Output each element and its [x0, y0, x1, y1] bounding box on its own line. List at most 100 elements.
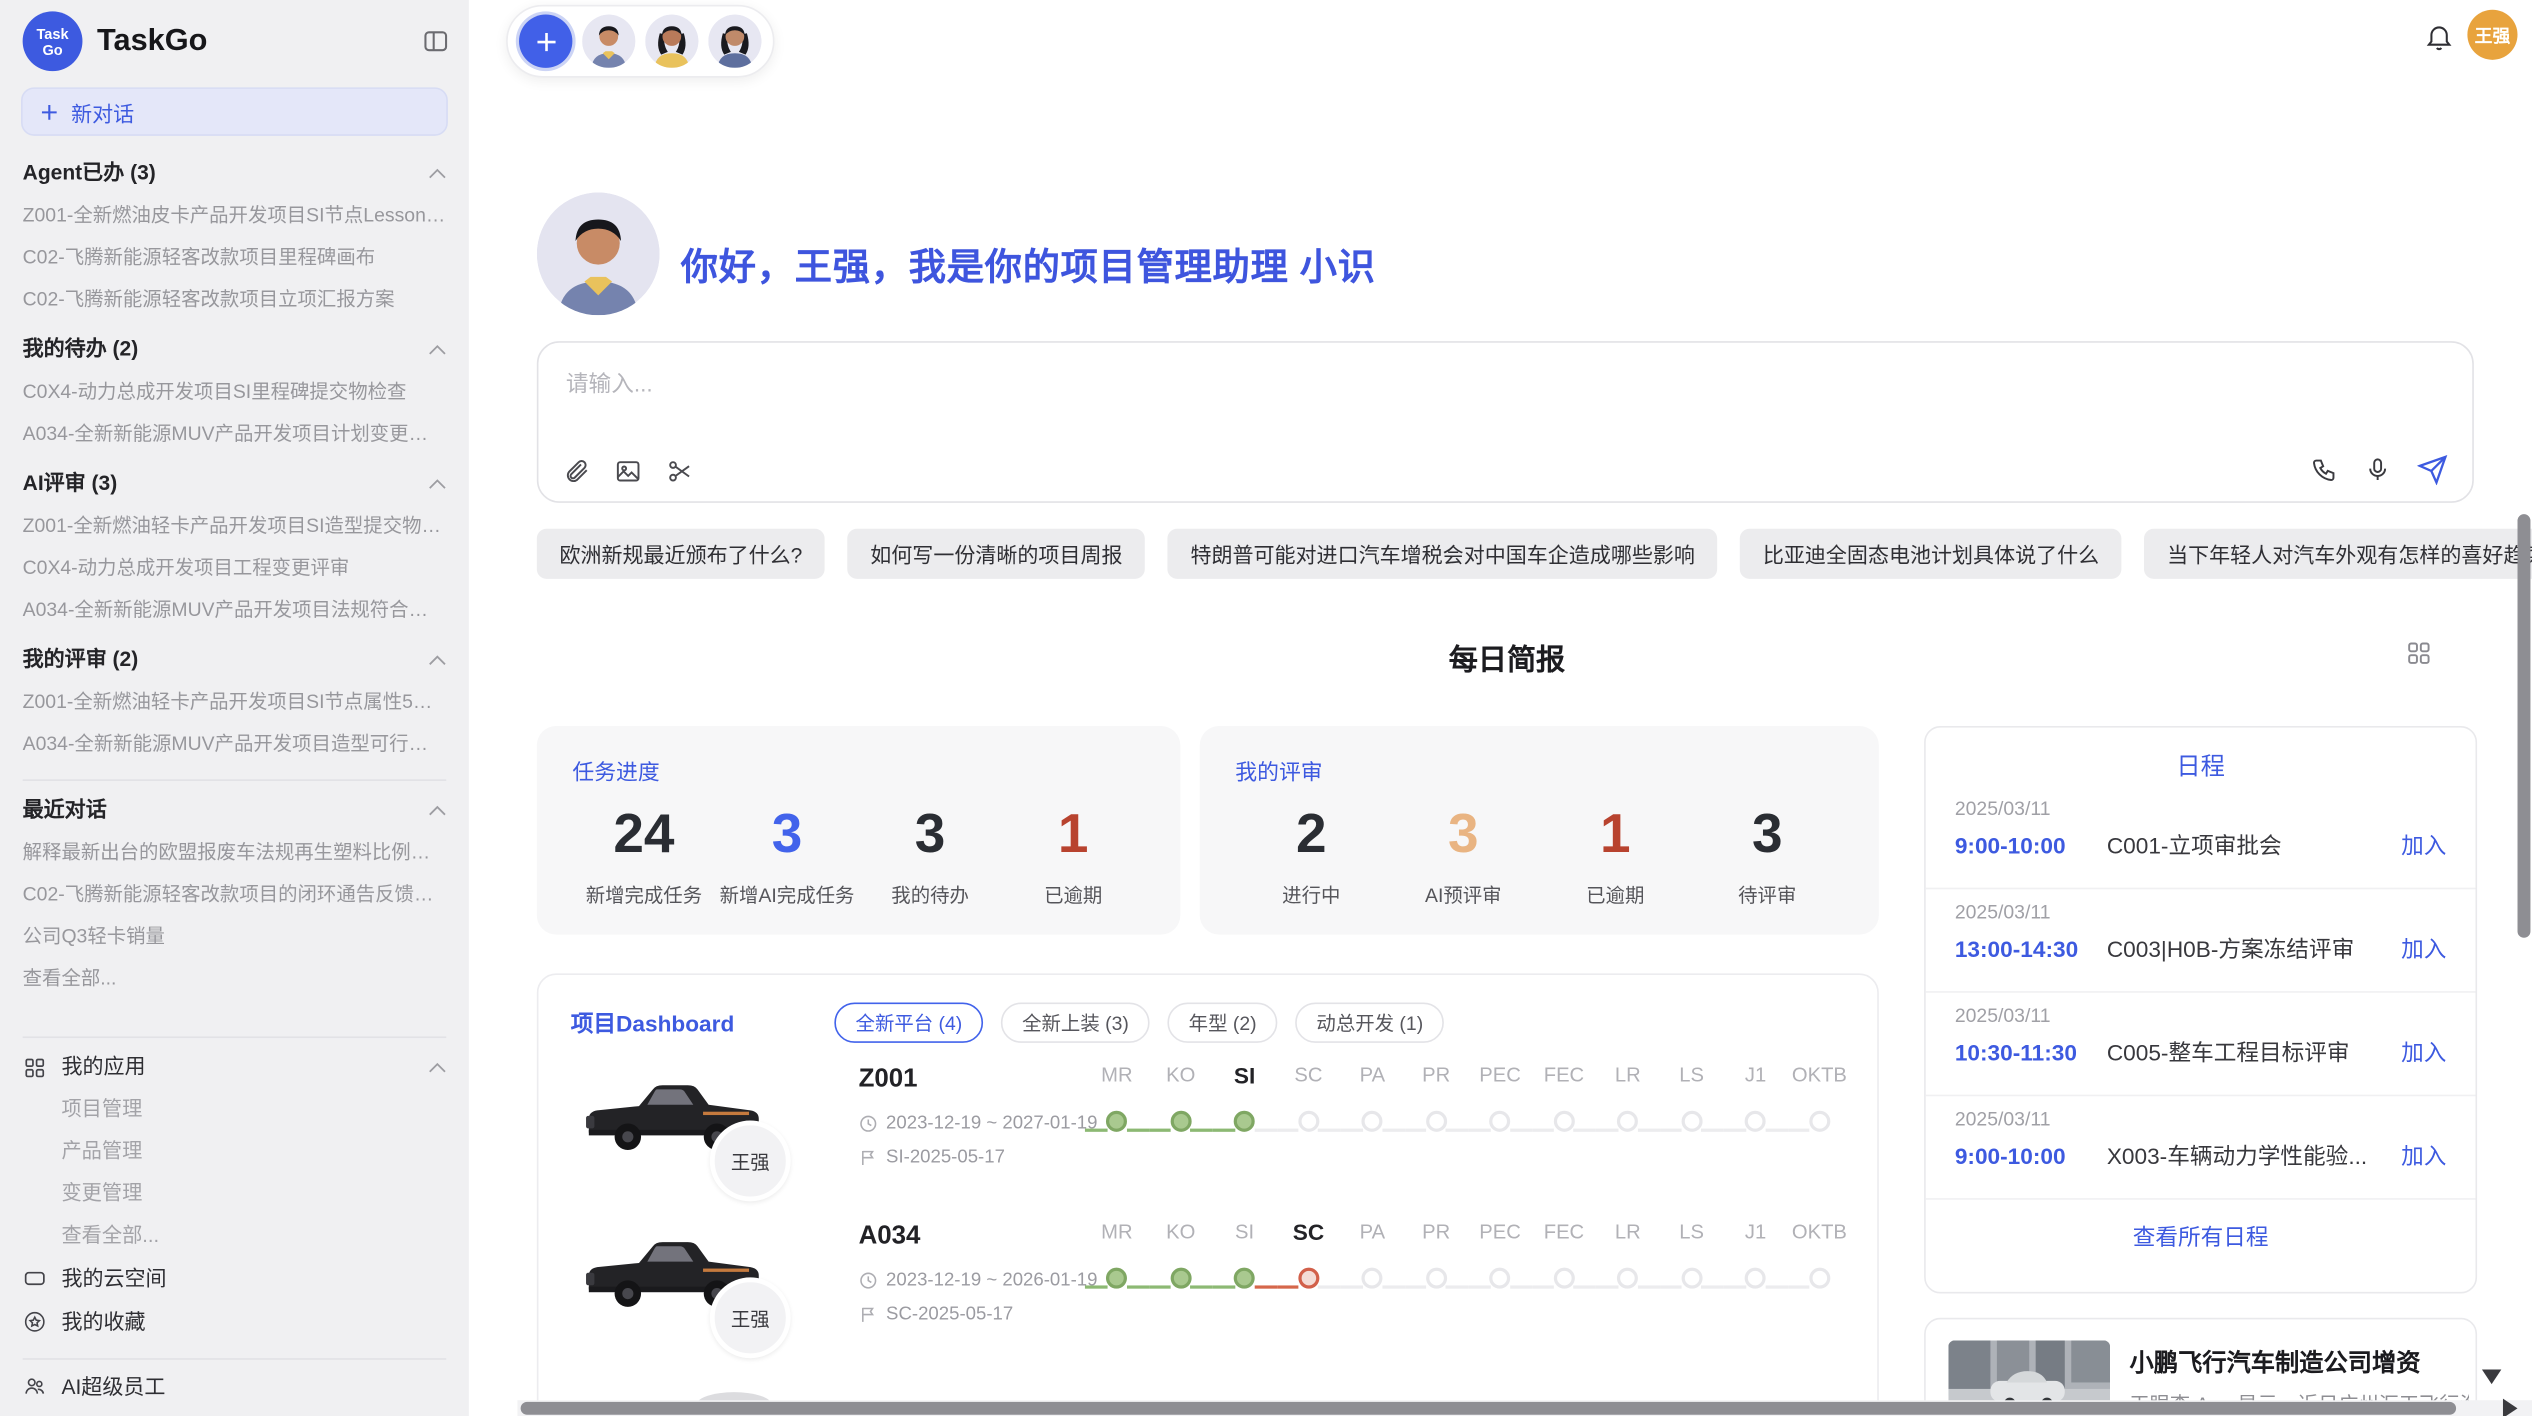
- milestone: LR: [1596, 1216, 1660, 1297]
- app-sub-item[interactable]: 变更管理: [23, 1172, 447, 1214]
- collapse-sidebar-icon[interactable]: [422, 27, 449, 54]
- send-icon[interactable]: [2417, 454, 2448, 485]
- chevron-up-icon[interactable]: [428, 1061, 446, 1072]
- suggestion-chip[interactable]: 当下年轻人对汽车外观有怎样的喜好趋势: [2144, 529, 2532, 579]
- suggestion-chip[interactable]: 特朗普可能对进口汽车增税会对中国车企造成哪些影响: [1168, 529, 1718, 579]
- flag-icon: [859, 1305, 878, 1324]
- recent-chat-item[interactable]: C02-飞腾新能源轻客改款项目的闭环通告反馈情况: [23, 873, 447, 915]
- sidebar-tool-link[interactable]: AI超级员工: [23, 1365, 447, 1409]
- join-link[interactable]: 加入: [2401, 1140, 2446, 1172]
- sidebar-task-item[interactable]: Z001-全新燃油皮卡产品开发项目SI节点Lesson Learn报告: [23, 194, 447, 236]
- avatar-2[interactable]: [645, 15, 698, 68]
- recent-chats-header[interactable]: 最近对话: [23, 789, 447, 831]
- stats-card: 我的评审2进行中3AI预评审1已逾期3待评审: [1200, 726, 1879, 935]
- horizontal-scrollbar-thumb[interactable]: [521, 1402, 2456, 1415]
- milestone: J1: [1724, 1059, 1788, 1140]
- chevron-up-icon[interactable]: [428, 344, 446, 355]
- daily-briefing-title: 每日简报: [1449, 637, 1565, 679]
- chevron-up-icon[interactable]: [428, 654, 446, 665]
- sidebar-task-item[interactable]: Z001-全新燃油轻卡产品开发项目SI节点属性5D文件评审: [23, 681, 447, 723]
- milestone: LS: [1660, 1059, 1724, 1140]
- dashboard-tab[interactable]: 全新平台 (4): [835, 1002, 984, 1042]
- sidebar-section-header[interactable]: AI评审 (3): [23, 462, 447, 504]
- logo-line1: Task: [36, 25, 68, 41]
- sidebar-tool-link[interactable]: 帮我写作: [23, 1408, 447, 1416]
- chevron-up-icon[interactable]: [428, 167, 446, 178]
- stat: 3新增AI完成任务: [715, 805, 858, 908]
- suggestion-chip[interactable]: 欧洲新规最近颁布了什么?: [537, 529, 825, 579]
- sidebar-task-item[interactable]: C02-飞腾新能源轻客改款项目立项汇报方案: [23, 278, 447, 320]
- chevron-up-icon[interactable]: [428, 804, 446, 815]
- dashboard-tab[interactable]: 动总开发 (1): [1295, 1002, 1444, 1042]
- avatar-1[interactable]: [582, 15, 635, 68]
- suggestion-chip[interactable]: 如何写一份清晰的项目周报: [848, 529, 1146, 579]
- sidebar-section-header[interactable]: Agent已办 (3): [23, 152, 447, 194]
- sidebar-link[interactable]: 我的收藏: [23, 1300, 447, 1344]
- sidebar-task-item[interactable]: Z001-全新燃油轻卡产品开发项目SI造型提交物评审: [23, 504, 447, 546]
- stat-label: 我的待办: [859, 881, 1002, 908]
- milestone-label: KO: [1149, 1216, 1213, 1248]
- new-chat-label: 新对话: [71, 96, 134, 127]
- sidebar-section-header[interactable]: 我的待办 (2): [23, 328, 447, 370]
- microphone-icon[interactable]: [2364, 456, 2391, 483]
- dashboard-tab[interactable]: 年型 (2): [1168, 1002, 1278, 1042]
- sidebar-task-item[interactable]: A034-全新新能源MUV产品开发项目法规符合性评审: [23, 589, 447, 631]
- sidebar-task-item[interactable]: A034-全新新能源MUV产品开发项目计划变更表编写: [23, 412, 447, 454]
- app-sub-item[interactable]: 查看全部...: [23, 1214, 447, 1256]
- layout-grid-icon[interactable]: [2406, 640, 2432, 674]
- stat-value: 2: [1235, 805, 1387, 863]
- new-chat-button[interactable]: 新对话: [21, 87, 448, 136]
- vertical-scrollbar-thumb[interactable]: [2518, 514, 2531, 938]
- project-row[interactable]: 王强Z0012023-12-19 ~ 2027-01-19SI-2025-05-…: [571, 1056, 1852, 1213]
- greeting-title: 你好，王强，我是你的项目管理助理 小识: [681, 236, 1376, 291]
- project-row[interactable]: 王强A0342023-12-19 ~ 2026-01-19SC-2025-05-…: [571, 1213, 1852, 1370]
- schedule-name: C005-整车工程目标评审: [2107, 1036, 2388, 1068]
- scroll-right-arrow[interactable]: [2503, 1399, 2518, 1416]
- join-link[interactable]: 加入: [2401, 1036, 2446, 1068]
- attachment-icon[interactable]: [563, 458, 590, 485]
- milestone: OKTB: [1787, 1216, 1851, 1297]
- milestone-dot: [1234, 1268, 1255, 1289]
- app-sub-item[interactable]: 产品管理: [23, 1130, 447, 1172]
- sidebar-task-item[interactable]: C0X4-动力总成开发项目SI里程碑提交物检查: [23, 370, 447, 412]
- my-apps-header[interactable]: 我的应用: [23, 1046, 447, 1088]
- horizontal-scrollbar-track[interactable]: [517, 1400, 2532, 1416]
- chevron-up-icon[interactable]: [428, 478, 446, 489]
- milestone-label: SC: [1277, 1059, 1341, 1091]
- add-session-button[interactable]: [519, 15, 572, 68]
- scissors-icon[interactable]: [666, 458, 693, 485]
- join-link[interactable]: 加入: [2401, 829, 2446, 861]
- dashboard-tab[interactable]: 全新上装 (3): [1001, 1002, 1150, 1042]
- stat: 1已逾期: [1002, 805, 1145, 908]
- view-all-schedule-link[interactable]: 查看所有日程: [1926, 1200, 2476, 1274]
- user-avatar[interactable]: 王强: [2467, 10, 2517, 60]
- stat: 3我的待办: [859, 805, 1002, 908]
- milestone-label: LS: [1660, 1216, 1724, 1248]
- recent-chat-item[interactable]: 解释最新出台的欧盟报废车法规再生塑料比例被调至15%...: [23, 831, 447, 873]
- section-title: Agent已办 (3): [23, 152, 156, 194]
- milestone: SI: [1213, 1216, 1277, 1297]
- schedule-date: 2025/03/11: [1955, 901, 2447, 924]
- avatar-3[interactable]: [708, 15, 761, 68]
- join-link[interactable]: 加入: [2401, 933, 2446, 965]
- sidebar-task-item[interactable]: C0X4-动力总成开发项目工程变更评审: [23, 547, 447, 589]
- logo-line2: Go: [42, 41, 62, 57]
- scroll-down-arrow[interactable]: [2482, 1370, 2501, 1385]
- sidebar-section-header[interactable]: 我的评审 (2): [23, 639, 447, 681]
- recent-chat-item[interactable]: 公司Q3轻卡销量: [23, 915, 447, 957]
- sidebar-task-item[interactable]: C02-飞腾新能源轻客改款项目里程碑画布: [23, 236, 447, 278]
- sidebar-link[interactable]: 我的云空间: [23, 1256, 447, 1300]
- project-flag: SC-2025-05-17: [859, 1305, 1014, 1324]
- app-sub-item[interactable]: 项目管理: [23, 1088, 447, 1130]
- milestone-label: OKTB: [1787, 1216, 1851, 1248]
- recent-chat-item[interactable]: 查看全部...: [23, 957, 447, 999]
- milestone-dot: [1106, 1111, 1127, 1132]
- milestone-dot: [1170, 1268, 1191, 1289]
- assistant-avatar: [537, 192, 660, 315]
- notification-bell-icon[interactable]: [2424, 21, 2455, 60]
- suggestion-chip[interactable]: 比亚迪全固态电池计划具体说了什么: [1740, 529, 2122, 579]
- image-icon[interactable]: [614, 458, 641, 485]
- chat-input[interactable]: 请输入...: [566, 367, 653, 399]
- sidebar-task-item[interactable]: A034-全新新能源MUV产品开发项目造型可行性评审: [23, 723, 447, 765]
- phone-icon[interactable]: [2311, 456, 2338, 483]
